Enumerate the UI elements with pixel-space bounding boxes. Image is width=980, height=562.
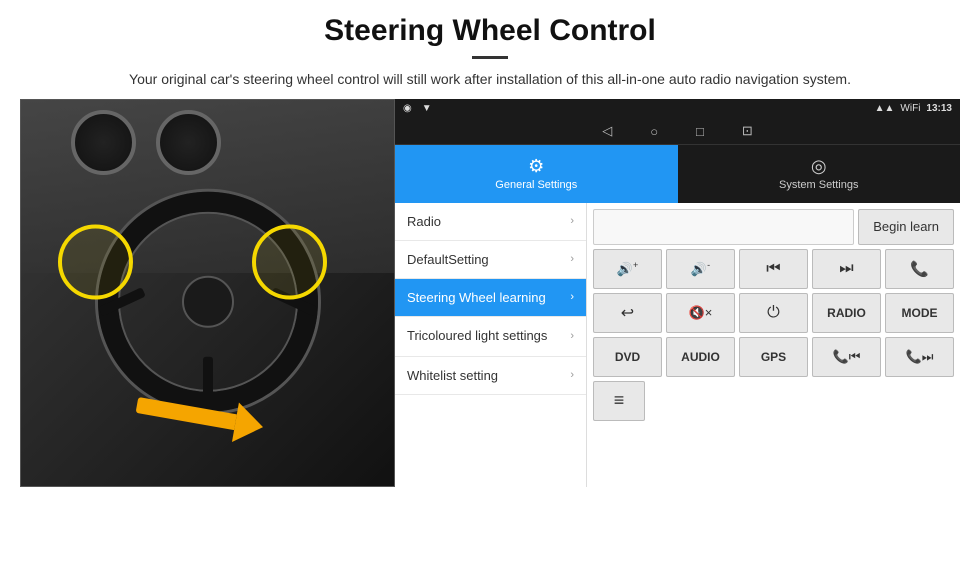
page-header: Steering Wheel Control Your original car… xyxy=(0,0,980,99)
next-track-button[interactable]: ⏭ xyxy=(812,249,881,289)
menu-item-radio[interactable]: Radio › xyxy=(395,203,586,241)
menu-defaultsetting-label: DefaultSetting xyxy=(407,252,489,267)
list-icon-button[interactable]: ≡ xyxy=(593,381,645,421)
tab-system[interactable]: ◎ System Settings xyxy=(678,145,961,203)
sw-center-hub xyxy=(182,275,234,327)
settings-main-area: Radio › DefaultSetting › Steering Wheel … xyxy=(395,203,960,487)
radio-label: RADIO xyxy=(827,306,866,320)
menu-whitelist-label: Whitelist setting xyxy=(407,368,498,383)
controls-row-2: ↩ 🔇× ⏻ RADIO MODE xyxy=(593,293,954,333)
main-content: ◉ ▼ ▲▲ WiFi 13:13 ◁ ○ □ ⊡ ⚙ General Sett… xyxy=(20,99,960,487)
key-input-box[interactable] xyxy=(593,209,854,245)
tel-prev-icon: 📞⏮ xyxy=(833,349,861,365)
next-track-icon: ⏭ xyxy=(839,260,853,278)
menu-steering-label: Steering Wheel learning xyxy=(407,290,546,305)
begin-learn-button[interactable]: Begin learn xyxy=(858,209,954,245)
audio-button[interactable]: AUDIO xyxy=(666,337,735,377)
home-nav-icon[interactable]: ○ xyxy=(650,124,658,139)
vol-down-icon: 🔊- xyxy=(691,260,710,277)
menu-item-tricoloured[interactable]: Tricoloured light settings › xyxy=(395,317,586,357)
vol-down-button[interactable]: 🔊- xyxy=(666,249,735,289)
dvd-label: DVD xyxy=(615,350,640,364)
menu-tricoloured-label: Tricoloured light settings xyxy=(407,328,547,345)
back-nav-icon[interactable]: ◁ xyxy=(602,123,612,139)
right-button-highlight xyxy=(252,224,327,299)
recent-nav-icon[interactable]: □ xyxy=(696,124,704,139)
phone-button[interactable]: 📞 xyxy=(885,249,954,289)
controls-row-1: 🔊+ 🔊- ⏮ ⏭ 📞 xyxy=(593,249,954,289)
power-button[interactable]: ⏻ xyxy=(739,293,808,333)
menu-whitelist-chevron: › xyxy=(570,369,574,381)
mode-button[interactable]: MODE xyxy=(885,293,954,333)
controls-row-4: ≡ xyxy=(593,381,954,421)
dvd-button[interactable]: DVD xyxy=(593,337,662,377)
menu-steering-chevron: › xyxy=(570,291,574,303)
screenshot-nav-icon[interactable]: ⊡ xyxy=(742,123,753,139)
hang-up-icon: ↩ xyxy=(621,303,634,323)
steering-wheel-image xyxy=(20,99,395,487)
vol-up-button[interactable]: 🔊+ xyxy=(593,249,662,289)
gauges xyxy=(71,110,221,175)
phone-icon: 📞 xyxy=(910,260,929,278)
tel-next-button[interactable]: 📞⏭ xyxy=(885,337,954,377)
status-bar-left: ◉ ▼ xyxy=(403,103,432,114)
left-button-highlight xyxy=(58,224,133,299)
radio-ctrl-button[interactable]: RADIO xyxy=(812,293,881,333)
signal-icon: ▲▲ xyxy=(875,103,895,114)
gps-label: GPS xyxy=(761,350,786,364)
list-icon: ≡ xyxy=(614,390,625,411)
status-bar: ◉ ▼ ▲▲ WiFi 13:13 xyxy=(395,99,960,119)
prev-track-icon: ⏮ xyxy=(766,260,780,278)
menu-item-whitelist[interactable]: Whitelist setting › xyxy=(395,357,586,395)
mode-label: MODE xyxy=(902,306,938,320)
clock: 13:13 xyxy=(926,103,952,114)
wifi-icon: WiFi xyxy=(900,103,920,114)
tel-next-icon: 📞⏭ xyxy=(906,349,934,365)
menu-tricoloured-chevron: › xyxy=(570,330,574,342)
left-menu: Radio › DefaultSetting › Steering Wheel … xyxy=(395,203,587,487)
page-title: Steering Wheel Control xyxy=(40,14,940,48)
mute-button[interactable]: 🔇× xyxy=(666,293,735,333)
prev-track-button[interactable]: ⏮ xyxy=(739,249,808,289)
begin-learn-row: Begin learn xyxy=(593,209,954,245)
gps-button[interactable]: GPS xyxy=(739,337,808,377)
general-settings-label: General Settings xyxy=(495,179,577,191)
menu-radio-chevron: › xyxy=(570,215,574,227)
system-settings-icon: ◎ xyxy=(811,156,827,177)
vol-up-icon: 🔊+ xyxy=(617,260,638,277)
settings-tabs: ⚙ General Settings ◎ System Settings xyxy=(395,145,960,203)
wifi-down-icon: ▼ xyxy=(422,103,432,114)
menu-radio-label: Radio xyxy=(407,214,441,229)
mute-icon: 🔇× xyxy=(689,305,713,321)
power-icon: ⏻ xyxy=(767,304,780,322)
location-icon: ◉ xyxy=(403,103,412,114)
title-divider xyxy=(472,56,508,59)
menu-defaultsetting-chevron: › xyxy=(570,253,574,265)
tab-general[interactable]: ⚙ General Settings xyxy=(395,145,678,203)
tel-prev-button[interactable]: 📞⏮ xyxy=(812,337,881,377)
nav-bar: ◁ ○ □ ⊡ xyxy=(395,119,960,145)
menu-item-steering[interactable]: Steering Wheel learning › xyxy=(395,279,586,317)
general-settings-icon: ⚙ xyxy=(528,156,544,177)
page-subtitle: Your original car's steering wheel contr… xyxy=(80,69,900,91)
menu-item-defaultsetting[interactable]: DefaultSetting › xyxy=(395,241,586,279)
right-controls: Begin learn 🔊+ 🔊- ⏮ ⏭ xyxy=(587,203,960,487)
status-bar-right: ▲▲ WiFi 13:13 xyxy=(875,103,952,114)
audio-label: AUDIO xyxy=(681,350,720,364)
controls-row-3: DVD AUDIO GPS 📞⏮ 📞⏭ xyxy=(593,337,954,377)
system-settings-label: System Settings xyxy=(779,179,858,191)
hang-up-button[interactable]: ↩ xyxy=(593,293,662,333)
android-panel: ◉ ▼ ▲▲ WiFi 13:13 ◁ ○ □ ⊡ ⚙ General Sett… xyxy=(395,99,960,487)
